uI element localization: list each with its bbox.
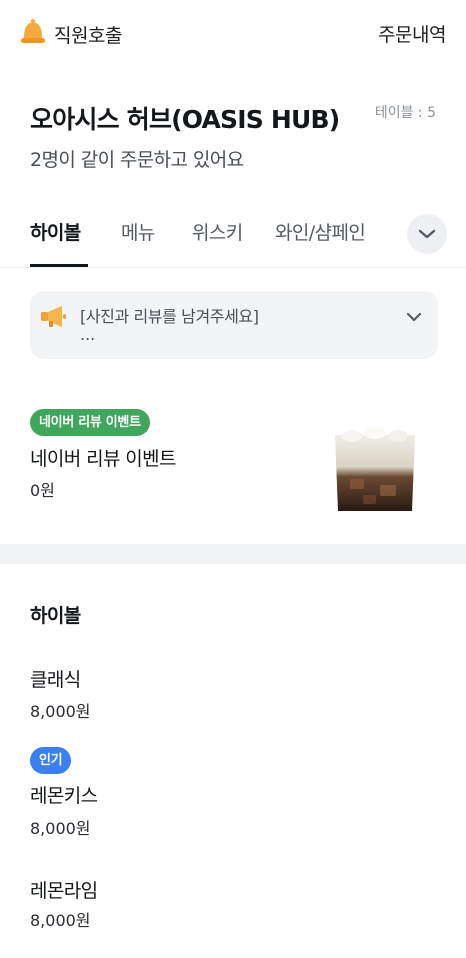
- menu-item-name: 레몬라임: [30, 880, 98, 902]
- order-history-button[interactable]: 주문내역: [378, 20, 446, 47]
- bell-icon: [20, 18, 46, 50]
- menu-item-price: 8,000원: [30, 702, 91, 721]
- staff-call-label: 직원호출: [54, 24, 122, 47]
- notice-body: ...: [80, 325, 96, 344]
- chevron-down-icon[interactable]: [406, 308, 422, 327]
- event-item-price: 0원: [30, 481, 55, 500]
- notice-banner[interactable]: [사진과 리뷰를 남겨주세요] ...: [30, 291, 438, 359]
- menu-item-name: 레몬키스: [30, 785, 98, 807]
- notice-title: [사진과 리뷰를 남겨주세요]: [80, 307, 259, 326]
- popular-badge: 인기: [30, 747, 72, 774]
- group-order-status: 2명이 같이 주문하고 있어요: [30, 149, 244, 171]
- chevron-down-icon: [418, 225, 436, 244]
- menu-item-lemon-kiss[interactable]: 인기 레몬키스 8,000원: [0, 745, 466, 845]
- tabs-expand-button[interactable]: [407, 214, 447, 254]
- category-tabs: 하이볼 메뉴 위스키 와인/샴페인: [0, 208, 466, 268]
- store-name: 오아시스 허브(OASIS HUB): [30, 105, 340, 134]
- menu-item-classic[interactable]: 클래식 8,000원: [0, 660, 466, 730]
- tab-wine-champagne[interactable]: 와인/샴페인: [275, 218, 366, 245]
- section-divider: [0, 544, 466, 564]
- table-number: 테이블 : 5: [374, 105, 436, 121]
- section-title: 하이볼: [30, 605, 81, 627]
- megaphone-icon: [40, 305, 68, 333]
- event-badge: 네이버 리뷰 이벤트: [30, 409, 150, 436]
- top-bar: 직원호출 주문내역: [0, 0, 466, 68]
- tab-menu[interactable]: 메뉴: [121, 218, 155, 245]
- menu-item-price: 8,000원: [30, 819, 91, 838]
- menu-item-price: 8,000원: [30, 911, 91, 930]
- active-tab-indicator: [30, 264, 88, 267]
- staff-call-button[interactable]: 직원호출: [20, 18, 122, 50]
- event-item-name: 네이버 리뷰 이벤트: [30, 448, 177, 470]
- event-menu-card[interactable]: 네이버 리뷰 이벤트 네이버 리뷰 이벤트 0원: [0, 395, 466, 525]
- menu-item-name: 클래식: [30, 669, 81, 691]
- drink-photo: [330, 423, 420, 515]
- menu-item-lemon-lime[interactable]: 레몬라임 8,000원: [0, 871, 466, 941]
- tab-highball[interactable]: 하이볼: [30, 218, 81, 245]
- tab-whisky[interactable]: 위스키: [192, 218, 243, 245]
